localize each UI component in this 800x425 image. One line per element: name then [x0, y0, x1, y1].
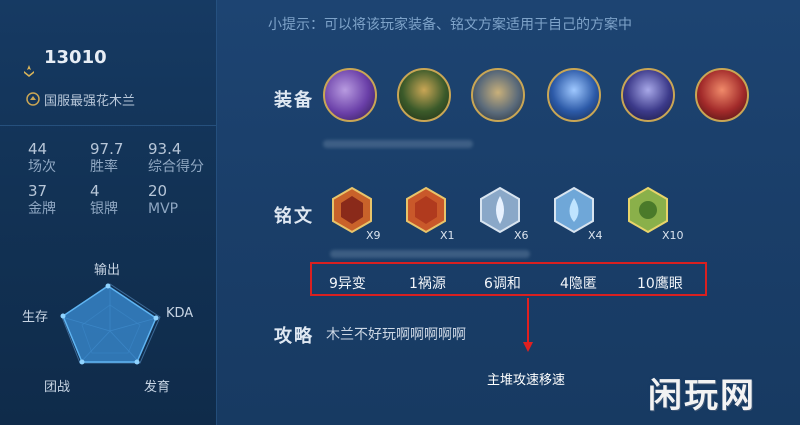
helmet-item-icon[interactable] — [695, 68, 749, 122]
rune-count: X4 — [588, 229, 603, 242]
equipment-label: 装备 — [274, 90, 314, 111]
stat-label: MVP — [148, 201, 179, 217]
radar-label-growth: 发育 — [144, 380, 171, 395]
rune-count: X6 — [514, 229, 529, 242]
axe-item-icon[interactable] — [323, 68, 377, 122]
stat-value: 4 — [90, 182, 100, 200]
rune-count: X1 — [440, 229, 455, 242]
green-rune-icon[interactable] — [626, 186, 670, 234]
tip-text: 小提示：可以将该玩家装备、铭文方案适用于自己的方案中 — [268, 17, 632, 33]
site-watermark: 闲玩网 — [648, 376, 756, 416]
red-rune-icon[interactable] — [330, 186, 374, 234]
blurred-text — [323, 140, 473, 148]
spear-item-icon[interactable] — [547, 68, 601, 122]
stat-value: 44 — [28, 140, 48, 158]
rune-count: X10 — [662, 229, 684, 242]
stat-value: 20 — [148, 182, 168, 200]
guide-text: 木兰不好玩啊啊啊啊啊 — [326, 327, 466, 343]
cloak-item-icon[interactable] — [621, 68, 675, 122]
stat-winrate: 97.7 胜率 — [90, 141, 123, 175]
rank-score-icon — [24, 65, 34, 77]
inscription-name: 9异变 — [329, 276, 366, 292]
stat-value: 37 — [28, 182, 48, 200]
stat-label: 银牌 — [90, 201, 118, 217]
blue-rune-icon[interactable] — [478, 186, 522, 234]
stats-divider — [0, 125, 216, 126]
inscription-name: 10鹰眼 — [637, 276, 683, 292]
stat-value: 93.4 — [148, 140, 182, 158]
stat-label: 胜率 — [90, 159, 118, 175]
red-rune-icon[interactable] — [404, 186, 448, 234]
guide-label: 攻略 — [274, 326, 314, 347]
annotation-note: 主堆攻速移速 — [487, 373, 566, 388]
stat-score: 93.4 综合得分 — [148, 141, 204, 175]
stat-games: 44 场次 — [28, 141, 56, 175]
panel-divider — [216, 0, 217, 425]
inscription-name: 4隐匿 — [560, 276, 597, 292]
stat-gold: 37 金牌 — [28, 183, 56, 217]
inscriptions-label: 铭文 — [274, 206, 314, 227]
stat-label: 场次 — [28, 159, 56, 175]
rank-score: 13010 — [44, 47, 107, 68]
warrior-item-icon[interactable] — [397, 68, 451, 122]
blurred-text — [330, 250, 530, 258]
inscription-name: 1祸源 — [409, 276, 446, 292]
title-badge-icon — [26, 92, 40, 106]
stat-mvp: 20 MVP — [148, 183, 178, 217]
radar-label-kda: KDA — [166, 306, 194, 321]
inscription-name: 6调和 — [484, 276, 521, 292]
stat-silver: 4 银牌 — [90, 183, 118, 217]
arrow-down-icon — [523, 298, 533, 352]
radar-label-survival: 生存 — [22, 310, 49, 325]
radar-label-output: 输出 — [94, 263, 121, 278]
stat-value: 97.7 — [90, 140, 124, 158]
rune-count: X9 — [366, 229, 381, 242]
radar-label-teamfight: 团战 — [44, 380, 71, 395]
stat-label: 综合得分 — [148, 159, 204, 175]
blue-rune-icon[interactable] — [552, 186, 596, 234]
armor-item-icon[interactable] — [471, 68, 525, 122]
player-title: 国服最强花木兰 — [44, 94, 136, 109]
stat-label: 金牌 — [28, 201, 56, 217]
